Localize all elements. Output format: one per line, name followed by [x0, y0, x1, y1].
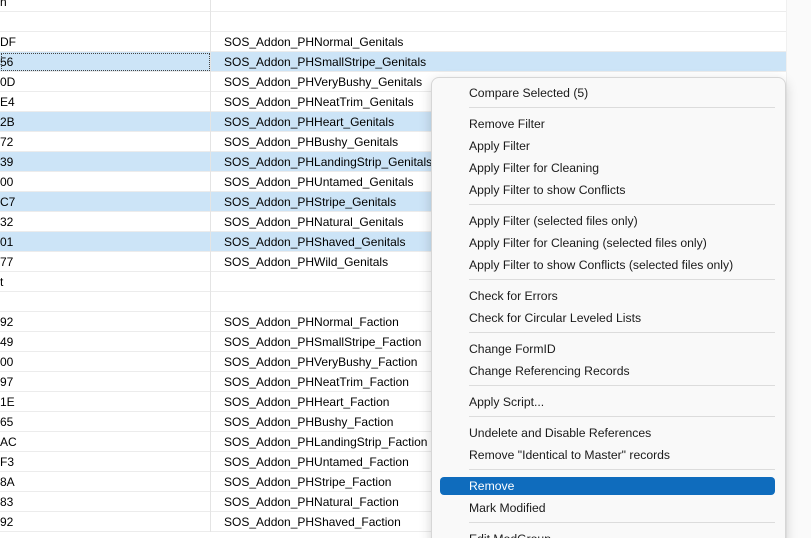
menu-separator	[469, 416, 775, 417]
menu-change-referencing-records[interactable]: Change Referencing Records	[440, 362, 775, 380]
form-id-cell: AC	[0, 432, 211, 452]
editor-id-cell: SOS_Addon_PHBushy_Faction	[224, 415, 394, 429]
form-id-cell: 83	[0, 492, 211, 512]
editor-id-cell: SOS_Addon_PHSmallStripe_Genitals	[224, 55, 427, 69]
editor-id-cell: SOS_Addon_PHShaved_Genitals	[224, 235, 406, 249]
menu-apply-filter-conflicts[interactable]: Apply Filter to show Conflicts	[440, 181, 775, 199]
form-id-cell: 00	[0, 352, 211, 372]
menu-separator	[469, 522, 775, 523]
form-id-cell: 92	[0, 312, 211, 332]
menu-remove-itm-records[interactable]: Remove "Identical to Master" records	[440, 446, 775, 464]
form-id-cell: t	[0, 272, 211, 292]
form-id-cell: 00	[0, 172, 211, 192]
form-id-cell	[0, 292, 211, 312]
menu-edit-modgroup[interactable]: Edit ModGroup	[440, 530, 775, 538]
table-row[interactable]: n	[0, 0, 786, 12]
form-id-cell: 65	[0, 412, 211, 432]
editor-id-cell: SOS_Addon_PHNeatTrim_Faction	[224, 375, 409, 389]
form-id-cell: 32	[0, 212, 211, 232]
form-id-cell: 49	[0, 332, 211, 352]
editor-id-cell: SOS_Addon_PHHeart_Faction	[224, 395, 390, 409]
menu-change-formid[interactable]: Change FormID	[440, 340, 775, 358]
form-id-cell: 72	[0, 132, 211, 152]
menu-apply-filter-cleaning-selected[interactable]: Apply Filter for Cleaning (selected file…	[440, 234, 775, 252]
menu-apply-filter[interactable]: Apply Filter	[440, 137, 775, 155]
table-row[interactable]	[0, 12, 786, 32]
menu-mark-modified[interactable]: Mark Modified	[440, 499, 775, 517]
editor-id-cell: SOS_Addon_PHNatural_Genitals	[224, 215, 404, 229]
editor-id-cell: SOS_Addon_PHHeart_Genitals	[224, 115, 395, 129]
editor-id-cell: SOS_Addon_PHBushy_Genitals	[224, 135, 399, 149]
menu-separator	[469, 107, 775, 108]
editor-id-cell: SOS_Addon_PHNormal_Genitals	[224, 35, 404, 49]
menu-apply-filter-cleaning[interactable]: Apply Filter for Cleaning	[440, 159, 775, 177]
table-row[interactable]: DF SOS_Addon_PHNormal_Genitals	[0, 32, 786, 52]
editor-id-cell: SOS_Addon_PHLandingStrip_Faction	[224, 435, 428, 449]
form-id-cell: 1E	[0, 392, 211, 412]
menu-separator	[469, 385, 775, 386]
menu-compare-selected[interactable]: Compare Selected (5)	[440, 84, 775, 102]
form-id-cell: 0D	[0, 72, 211, 92]
editor-id-cell: SOS_Addon_PHWild_Genitals	[224, 255, 389, 269]
menu-check-errors[interactable]: Check for Errors	[440, 287, 775, 305]
editor-id-cell: SOS_Addon_PHNeatTrim_Genitals	[224, 95, 414, 109]
form-id-cell: F3	[0, 452, 211, 472]
editor-id-cell: SOS_Addon_PHSmallStripe_Faction	[224, 335, 422, 349]
editor-id-cell: SOS_Addon_PHShaved_Faction	[224, 515, 401, 529]
scrollbar-thumb[interactable]	[793, 6, 806, 126]
menu-remove[interactable]: Remove	[440, 477, 775, 495]
menu-apply-script[interactable]: Apply Script...	[440, 393, 775, 411]
menu-separator	[469, 469, 775, 470]
form-id-cell: n	[0, 0, 211, 12]
editor-id-cell: SOS_Addon_PHUntamed_Faction	[224, 455, 409, 469]
menu-remove-filter[interactable]: Remove Filter	[440, 115, 775, 133]
menu-separator	[469, 279, 775, 280]
editor-id-cell: SOS_Addon_PHNormal_Faction	[224, 315, 399, 329]
context-menu: Compare Selected (5) Remove Filter Apply F…	[431, 77, 786, 538]
vertical-scrollbar[interactable]	[786, 0, 811, 538]
form-id-cell: 8A	[0, 472, 211, 492]
editor-id-cell: SOS_Addon_PHStripe_Genitals	[224, 195, 397, 209]
form-id-cell: 39	[0, 152, 211, 172]
menu-undelete-disable-references[interactable]: Undelete and Disable References	[440, 424, 775, 442]
menu-apply-filter-selected[interactable]: Apply Filter (selected files only)	[440, 212, 775, 230]
form-id-cell: 97	[0, 372, 211, 392]
form-id-cell: 56	[0, 52, 211, 72]
menu-separator	[469, 332, 775, 333]
menu-apply-filter-conflicts-selected[interactable]: Apply Filter to show Conflicts (selected…	[440, 256, 775, 274]
editor-id-cell: SOS_Addon_PHNatural_Faction	[224, 495, 399, 509]
editor-id-cell: SOS_Addon_PHVeryBushy_Genitals	[224, 75, 423, 89]
form-id-cell: E4	[0, 92, 211, 112]
form-id-cell: 92	[0, 512, 211, 532]
form-id-cell: C7	[0, 192, 211, 212]
form-id-cell: 2B	[0, 112, 211, 132]
form-id-cell	[0, 12, 211, 32]
editor-id-cell: SOS_Addon_PHVeryBushy_Faction	[224, 355, 418, 369]
form-id-cell: DF	[0, 32, 211, 52]
editor-id-cell: SOS_Addon_PHUntamed_Genitals	[224, 175, 414, 189]
form-id-cell: 01	[0, 232, 211, 252]
menu-separator	[469, 204, 775, 205]
editor-id-cell: SOS_Addon_PHStripe_Faction	[224, 475, 392, 489]
editor-id-cell: SOS_Addon_PHLandingStrip_Genitals	[224, 155, 433, 169]
menu-check-circular-leveled-lists[interactable]: Check for Circular Leveled Lists	[440, 309, 775, 327]
form-id-cell: 77	[0, 252, 211, 272]
table-row[interactable]: 56 SOS_Addon_PHSmallStripe_Genitals	[0, 52, 786, 72]
